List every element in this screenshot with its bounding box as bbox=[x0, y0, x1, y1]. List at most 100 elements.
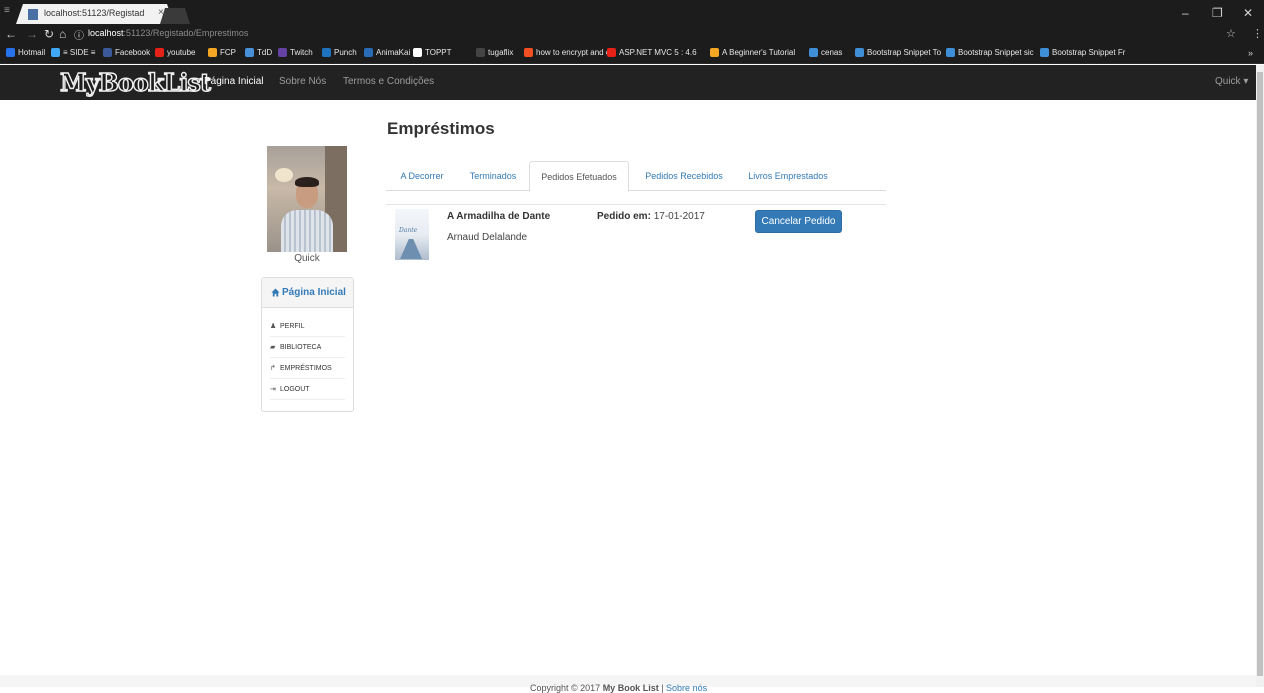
site-info-icon[interactable]: ⓘ bbox=[74, 27, 84, 42]
browser-tab[interactable]: localhost:51123/Registad × bbox=[16, 4, 174, 24]
bookmark-item[interactable]: FCP bbox=[208, 48, 236, 57]
bookmark-label: AnimaKai bbox=[376, 48, 411, 57]
nav-link-home[interactable]: Página Inicial bbox=[204, 76, 263, 87]
bookmark-favicon-icon bbox=[809, 48, 818, 57]
page-favicon-icon bbox=[28, 9, 38, 20]
bookmark-item[interactable]: how to encrypt and c bbox=[524, 48, 610, 57]
bookmark-favicon-icon bbox=[1040, 48, 1049, 57]
sidebar-item-label: BIBLIOTECA bbox=[280, 343, 322, 351]
minimize-icon[interactable]: – bbox=[1182, 6, 1189, 20]
tab-pedidos-efetuados[interactable]: Pedidos Efetuados bbox=[529, 161, 629, 192]
cancel-request-button[interactable]: Cancelar Pedido bbox=[755, 210, 842, 233]
book-author: Arnaud Delalande bbox=[447, 232, 528, 243]
bookmark-favicon-icon bbox=[322, 48, 331, 57]
bookmark-label: TdD bbox=[257, 48, 273, 57]
tab-terminados[interactable]: Terminados bbox=[462, 161, 524, 191]
divider bbox=[386, 204, 886, 205]
site-navbar: MyBookList Página Inicial Sobre Nós Term… bbox=[0, 65, 1256, 100]
home-icon bbox=[271, 288, 280, 297]
bookmark-favicon-icon bbox=[103, 48, 112, 57]
browser-menu-icon[interactable]: ⋮ bbox=[1252, 27, 1263, 40]
bookmark-item[interactable]: Twitch bbox=[278, 48, 313, 57]
bookmark-item[interactable]: TdD bbox=[245, 48, 272, 57]
bookmark-favicon-icon bbox=[155, 48, 164, 57]
bookmark-favicon-icon bbox=[710, 48, 719, 57]
new-tab-button[interactable] bbox=[160, 8, 190, 24]
brand-logo[interactable]: MyBookList bbox=[59, 67, 211, 97]
bookmark-label: ≡ SIDE ≡ bbox=[63, 48, 96, 57]
home-icon[interactable]: ⌂ bbox=[59, 27, 66, 41]
browser-toolbar: ← → ↻ ⌂ ⓘ localhost:51123/Registado/Empr… bbox=[0, 24, 1264, 44]
book-cover[interactable]: Dante bbox=[395, 209, 429, 260]
browser-tab-title: localhost:51123/Registad bbox=[44, 8, 145, 18]
more-bookmarks-icon[interactable]: » bbox=[1248, 48, 1253, 58]
bookmark-favicon-icon bbox=[607, 48, 616, 57]
logout-icon: ⇥ bbox=[270, 386, 276, 393]
sidebar-item-logout[interactable]: ⇥ LOGOUT bbox=[270, 379, 345, 400]
profile-username: Quick bbox=[294, 253, 320, 264]
loans-tabs: A Decorrer Terminados Pedidos Efetuados … bbox=[386, 161, 886, 192]
bookmark-favicon-icon bbox=[6, 48, 15, 57]
share-icon: ↱ bbox=[270, 365, 276, 372]
nav-link-terms[interactable]: Termos e Condições bbox=[343, 76, 434, 87]
user-icon: ♟ bbox=[270, 323, 277, 330]
close-window-icon[interactable]: ✕ bbox=[1243, 6, 1253, 20]
nav-link-about[interactable]: Sobre Nós bbox=[279, 76, 326, 87]
profile-avatar bbox=[267, 146, 347, 252]
bookmark-label: tugaflix bbox=[488, 48, 514, 57]
bookmark-item[interactable]: AnimaKai bbox=[364, 48, 410, 57]
request-date-label: Pedido em: bbox=[597, 211, 651, 222]
bookmark-favicon-icon bbox=[278, 48, 287, 57]
bookmark-label: how to encrypt and c bbox=[536, 48, 610, 57]
bookmark-favicon-icon bbox=[946, 48, 955, 57]
footer-brand: My Book List bbox=[602, 683, 659, 693]
bookmark-item[interactable]: cenas bbox=[809, 48, 842, 57]
bookmark-label: Hotmail bbox=[18, 48, 46, 57]
bookmark-item[interactable]: A Beginner's Tutorial bbox=[710, 48, 795, 57]
bookmark-favicon-icon bbox=[413, 48, 422, 57]
bookmark-favicon-icon bbox=[364, 48, 373, 57]
back-icon[interactable]: ← bbox=[5, 27, 17, 41]
bookmark-star-icon[interactable]: ☆ bbox=[1226, 27, 1236, 40]
bookmark-label: Twitch bbox=[290, 48, 313, 57]
bookmark-item[interactable]: tugaflix bbox=[476, 48, 513, 57]
bookmark-favicon-icon bbox=[245, 48, 254, 57]
bookmark-favicon-icon bbox=[208, 48, 217, 57]
tab-livros-emprestados[interactable]: Livros Emprestados bbox=[738, 161, 838, 191]
sidebar-item-biblioteca[interactable]: ▰ BIBLIOTECA bbox=[270, 337, 345, 358]
bookmark-item[interactable]: Facebook bbox=[103, 48, 150, 57]
bookmark-item[interactable]: ASP.NET MVC 5 : 4.6 bbox=[607, 48, 697, 57]
reload-icon[interactable]: ↻ bbox=[44, 27, 54, 41]
window-menu-icon[interactable]: ≡ bbox=[4, 5, 10, 16]
bookmark-favicon-icon bbox=[855, 48, 864, 57]
sidebar-panel-header[interactable]: Página Inicial bbox=[262, 278, 353, 308]
bookmark-item[interactable]: TOPPT bbox=[413, 48, 452, 57]
bookmark-item[interactable]: Hotmail bbox=[6, 48, 45, 57]
bookmark-label: ASP.NET MVC 5 : 4.6 bbox=[619, 48, 697, 57]
sidebar-item-emprestimos[interactable]: ↱ EMPRÉSTIMOS bbox=[270, 358, 345, 379]
address-bar[interactable]: ⓘ localhost:51123/Registado/Emprestimos bbox=[70, 26, 1240, 42]
maximize-icon[interactable]: ❐ bbox=[1212, 6, 1223, 20]
bookmark-item[interactable]: Punch bbox=[322, 48, 357, 57]
tab-pedidos-recebidos[interactable]: Pedidos Recebidos bbox=[634, 161, 734, 191]
request-date: Pedido em: 17-01-2017 bbox=[597, 211, 705, 222]
footer-about-link[interactable]: Sobre nós bbox=[666, 683, 707, 693]
bookmarks-bar: Hotmail ≡ SIDE ≡ Facebook youtube FCP TdD Twit… bbox=[0, 44, 1264, 64]
bookmark-item[interactable]: Bootstrap Snippet To bbox=[855, 48, 941, 57]
bookmark-item[interactable]: ≡ SIDE ≡ bbox=[51, 48, 95, 57]
footer-text: Copyright © 2017 bbox=[530, 683, 603, 693]
tab-a-decorrer[interactable]: A Decorrer bbox=[392, 161, 452, 191]
bookmark-label: Bootstrap Snippet To bbox=[867, 48, 942, 57]
sidebar-item-perfil[interactable]: ♟ PERFIL bbox=[270, 316, 345, 337]
bookmark-label: Bootstrap Snippet Fr bbox=[1052, 48, 1126, 57]
bookmark-item[interactable]: Bootstrap Snippet Fr bbox=[1040, 48, 1125, 57]
book-title[interactable]: A Armadilha de Dante bbox=[447, 211, 550, 222]
sidebar-item-label: EMPRÉSTIMOS bbox=[280, 364, 332, 372]
bookmark-item[interactable]: Bootstrap Snippet sic bbox=[946, 48, 1034, 57]
bookmark-label: TOPPT bbox=[425, 48, 452, 57]
bookmark-favicon-icon bbox=[524, 48, 533, 57]
bookmark-item[interactable]: youtube bbox=[155, 48, 195, 57]
user-menu-dropdown[interactable]: Quick ▾ bbox=[1215, 76, 1248, 87]
scrollbar-thumb[interactable] bbox=[1257, 72, 1263, 676]
sidebar-item-label: LOGOUT bbox=[280, 385, 310, 393]
